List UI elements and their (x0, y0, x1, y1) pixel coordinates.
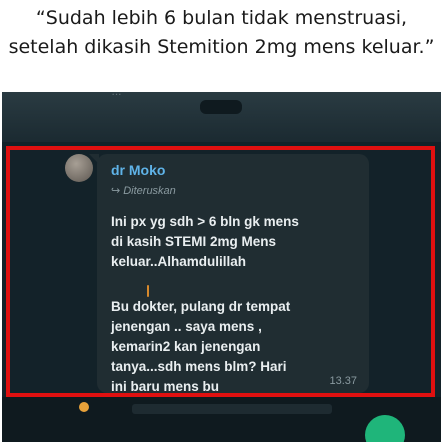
forwarded-label: ↪ Diteruskan (111, 184, 176, 197)
message-line: di kasih STEMI 2mg Mens (111, 234, 277, 249)
message-line: tanya...sdh mens blm? Hari (111, 359, 287, 374)
next-message-preview (132, 404, 332, 414)
forward-arrow-icon: ↪ (111, 185, 121, 197)
message-bubble[interactable]: dr Moko ↪ Diteruskan Ini px yg sdh > 6 bl… (89, 154, 369, 394)
top-pill (200, 100, 242, 114)
message-line: ini baru mens bu (111, 379, 220, 394)
message-line: keluar..Alhamdulillah (111, 254, 247, 269)
forwarded-text: Diteruskan (123, 185, 176, 197)
bubble-tail (89, 154, 99, 164)
sender-name[interactable]: dr Moko (111, 162, 165, 178)
message-time: 13.37 (329, 375, 357, 387)
chat-top-bar: ... (2, 92, 441, 142)
chat-screenshot: ... dr Moko ↪Diteruskan Ini px yg sdh > … (2, 92, 441, 442)
caption-line-2: setelah dikasih Stemition 2mg mens kelua… (8, 36, 435, 58)
message-part-1: Ini px yg sdh > 6 bln gk mens di kasih S… (111, 212, 299, 272)
message-line: Bu dokter, pulang dr tempat (111, 299, 291, 314)
accent-mark (147, 285, 149, 297)
message-part-2: Bu dokter, pulang dr tempat jenengan .. … (111, 297, 290, 397)
message-line: kemarin2 kan jenengan (111, 339, 261, 354)
message-line: Ini px yg sdh > 6 bln gk mens (111, 214, 299, 229)
message-line: jenengan .. saya mens , (111, 319, 262, 334)
caption-line-1: “Sudah lebih 6 bulan tidak menstruasi, (35, 7, 408, 29)
previous-message-faded: ... (112, 92, 122, 98)
emoji-icon[interactable] (79, 402, 89, 412)
caption: “Sudah lebih 6 bulan tidak menstruasi, s… (0, 0, 443, 92)
